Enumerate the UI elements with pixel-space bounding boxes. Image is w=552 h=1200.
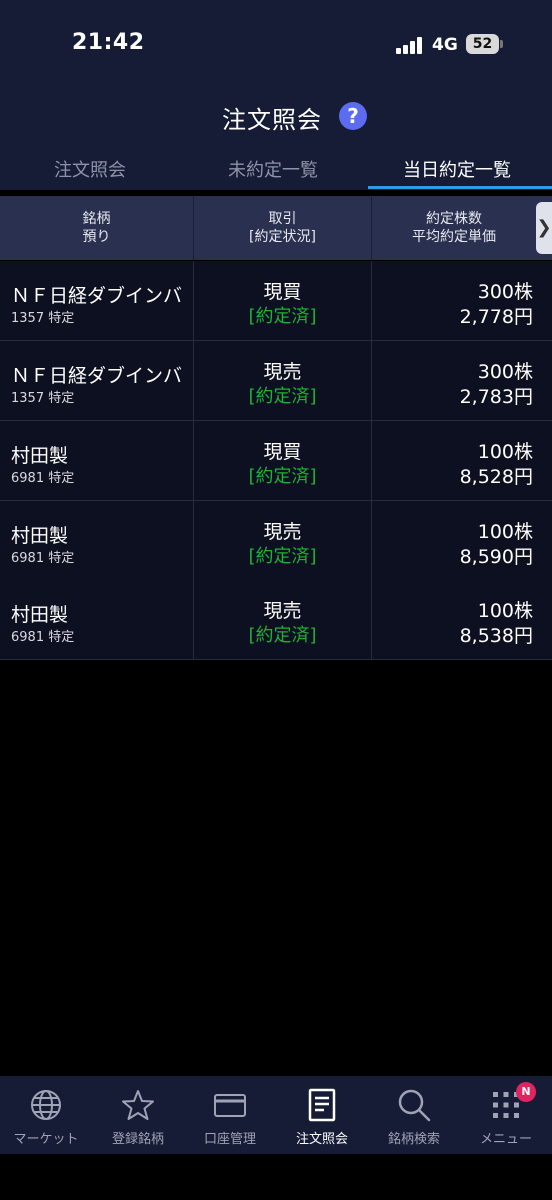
average-price: 8,528円 <box>459 466 533 488</box>
table-row[interactable]: 村田製 6981 特定 現買 [約定済] 100株 8,528円 <box>0 421 552 501</box>
execution-status: [約定済] <box>248 306 317 327</box>
bottom-navigation: マーケット 登録銘柄 口座管理 注文照会 銘柄検索 メニュー <box>0 1076 552 1154</box>
executed-quantity: 100株 <box>477 600 533 622</box>
network-type: 4G <box>432 35 458 55</box>
home-indicator-area <box>0 1154 552 1200</box>
nav-menu[interactable]: メニュー <box>460 1076 552 1154</box>
trade-type: 現買 <box>263 281 302 303</box>
column-divider <box>371 261 372 340</box>
stock-code-account: 6981 特定 <box>11 471 75 486</box>
document-icon <box>308 1088 336 1122</box>
trade-type: 現売 <box>263 521 302 543</box>
column-header-stock-line1: 銘柄 <box>82 211 111 227</box>
search-icon <box>398 1089 431 1122</box>
nav-label: 注文照会 <box>295 1132 348 1147</box>
active-tab-indicator <box>368 186 552 189</box>
battery-tip <box>500 40 503 48</box>
nav-label: 銘柄検索 <box>387 1132 440 1147</box>
column-divider <box>371 341 372 420</box>
stock-name: 村田製 <box>11 525 69 547</box>
status-bar: 21:42 4G 52 <box>0 0 552 86</box>
execution-status: [約定済] <box>248 546 317 567</box>
executed-quantity: 100株 <box>477 521 533 543</box>
stock-code-account: 6981 特定 <box>11 551 75 566</box>
nav-order-inquiry[interactable]: 注文照会 <box>276 1076 368 1154</box>
help-icon[interactable]: ? <box>339 102 367 130</box>
card-icon <box>214 1094 246 1117</box>
execution-status: [約定済] <box>248 466 317 487</box>
nav-label: 登録銘柄 <box>111 1132 164 1147</box>
status-time: 21:42 <box>72 30 145 55</box>
table-row[interactable]: ＮＦ日経ダブインバ 1357 特定 現売 [約定済] 300株 2,783円 <box>0 341 552 421</box>
executed-quantity: 300株 <box>477 361 533 383</box>
trade-type: 現売 <box>263 600 302 622</box>
menu-notification-badge: N <box>516 1082 536 1102</box>
signal-icon <box>396 36 424 54</box>
nav-account[interactable]: 口座管理 <box>184 1076 276 1154</box>
table-row[interactable]: 村田製 6981 特定 現売 [約定済] 100株 8,590円 <box>0 501 552 581</box>
execution-status: [約定済] <box>248 625 317 646</box>
average-price: 8,538円 <box>459 625 533 647</box>
trade-type: 現売 <box>263 361 302 383</box>
stock-name: ＮＦ日経ダブインバ <box>11 285 183 307</box>
nav-market[interactable]: マーケット <box>0 1076 92 1154</box>
column-header-qty-line2: 平均約定単価 <box>412 229 496 245</box>
stock-code-account: 6981 特定 <box>11 630 75 645</box>
stock-name: 村田製 <box>11 445 69 467</box>
star-icon <box>122 1090 154 1120</box>
table-header: 銘柄 預り 取引 [約定状況] 約定株数 平均約定単価 <box>0 196 552 260</box>
executed-quantity: 300株 <box>477 281 533 303</box>
column-header-qty-line1: 約定株数 <box>426 211 482 227</box>
executed-quantity: 100株 <box>477 441 533 463</box>
globe-icon <box>31 1090 61 1120</box>
scroll-right-button[interactable]: ❯ <box>536 202 552 254</box>
table-row[interactable]: ＮＦ日経ダブインバ 1357 特定 現買 [約定済] 300株 2,778円 <box>0 261 552 341</box>
column-header-trade-line2: [約定状況] <box>249 229 316 245</box>
average-price: 8,590円 <box>459 546 533 568</box>
nav-label: マーケット <box>13 1132 79 1147</box>
column-divider <box>371 501 372 580</box>
header: 注文照会 ? 注文照会 未約定一覧 当日約定一覧 <box>0 86 552 190</box>
trade-type: 現買 <box>263 441 302 463</box>
stock-code-account: 1357 特定 <box>11 311 75 326</box>
stock-name: ＮＦ日経ダブインバ <box>11 365 183 387</box>
column-header-quantity-price: 約定株数 平均約定単価 <box>372 196 536 260</box>
nav-label: 口座管理 <box>203 1132 256 1147</box>
column-header-stock: 銘柄 預り <box>0 196 193 260</box>
nav-label: メニュー <box>479 1132 532 1147</box>
tab-today-executed-list[interactable]: 当日約定一覧 <box>403 156 511 182</box>
page-title: 注文照会 <box>222 106 322 134</box>
column-divider <box>371 580 372 659</box>
column-header-stock-line2: 預り <box>82 229 111 245</box>
column-header-trade: 取引 [約定状況] <box>194 196 371 260</box>
average-price: 2,783円 <box>459 386 533 408</box>
nav-watchlist[interactable]: 登録銘柄 <box>92 1076 184 1154</box>
stock-code-account: 1357 特定 <box>11 391 75 406</box>
column-header-trade-line1: 取引 <box>268 211 297 227</box>
average-price: 2,778円 <box>459 306 533 328</box>
battery-icon: 52 <box>466 34 499 54</box>
table-row[interactable]: 村田製 6981 特定 現売 [約定済] 100株 8,538円 <box>0 580 552 660</box>
execution-status: [約定済] <box>248 386 317 407</box>
column-divider <box>371 421 372 500</box>
tab-order-inquiry[interactable]: 注文照会 <box>54 156 126 182</box>
nav-stock-search[interactable]: 銘柄検索 <box>368 1076 460 1154</box>
stock-name: 村田製 <box>11 604 69 626</box>
tab-unexecuted-list[interactable]: 未約定一覧 <box>228 156 318 182</box>
